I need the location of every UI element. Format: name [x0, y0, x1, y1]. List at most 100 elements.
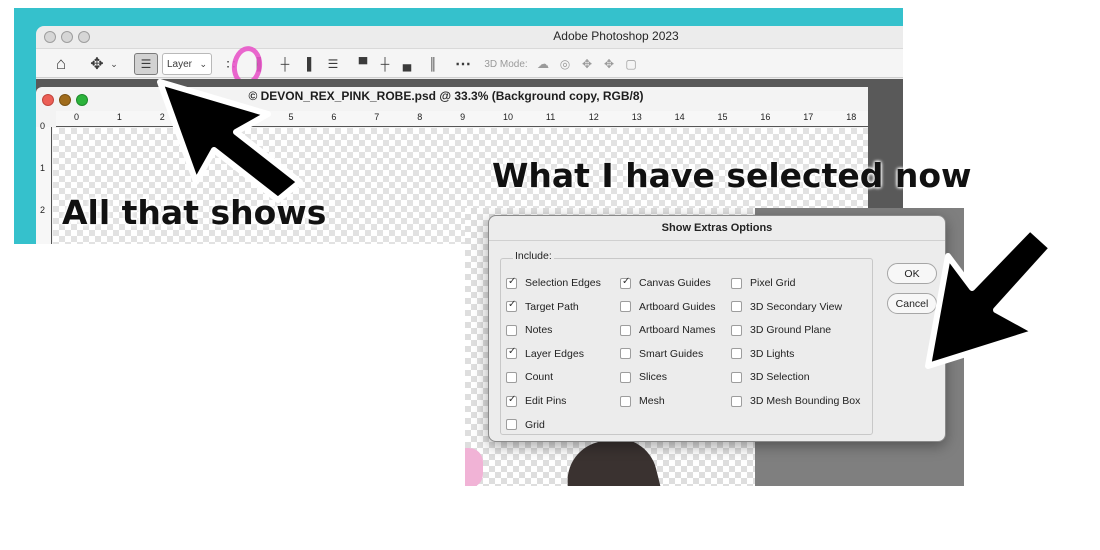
distribute-icon[interactable]: ☰ — [324, 53, 342, 75]
ruler-tick-label: 13 — [631, 112, 642, 122]
checkbox-option[interactable]: Target Path — [506, 299, 579, 315]
checkbox-label: Artboard Names — [639, 324, 716, 337]
ruler-tick-label: 1 — [116, 112, 122, 122]
checkbox-unchecked[interactable] — [731, 371, 742, 383]
arrow-pointer-icon — [925, 225, 1055, 369]
vertical-ruler[interactable]: 0 1 2 — [36, 121, 52, 244]
checkbox-unchecked[interactable] — [506, 371, 517, 383]
checkbox-unchecked[interactable] — [731, 395, 742, 407]
doc-close-button[interactable] — [42, 94, 54, 106]
ruler-tick-label: 11 — [545, 112, 556, 122]
checkbox-option[interactable]: Layer Edges — [506, 346, 584, 362]
checkbox-option[interactable]: 3D Lights — [731, 346, 794, 362]
checkbox-option[interactable]: Smart Guides — [620, 346, 703, 362]
checkbox-option[interactable]: Selection Edges — [506, 275, 601, 291]
checkbox-label: Notes — [525, 324, 553, 337]
checkbox-unchecked[interactable] — [620, 348, 631, 360]
doc-minimize-button[interactable] — [59, 94, 71, 106]
checkbox-label: 3D Mesh Bounding Box — [750, 395, 861, 407]
3d-drag-icon[interactable]: ✥ — [578, 53, 596, 75]
annotation-what-selected: What I have selected now — [492, 156, 972, 195]
checkbox-label: 3D Lights — [750, 347, 795, 360]
3d-scale-icon[interactable]: ▢ — [622, 53, 640, 75]
checkbox-label: Slices — [639, 371, 668, 384]
ruler-tick-label: 0 — [40, 121, 46, 131]
checkbox-checked[interactable] — [506, 299, 517, 313]
align-top-icon[interactable]: ▀ — [354, 53, 372, 75]
doc-zoom-button[interactable] — [76, 94, 88, 106]
checkbox-checked[interactable] — [506, 346, 517, 360]
checkbox-unchecked[interactable] — [506, 324, 517, 336]
checkbox-label: 3D Ground Plane — [750, 324, 832, 337]
checkbox-label: Smart Guides — [639, 347, 704, 360]
checkbox-label: Mesh — [639, 395, 665, 407]
ruler-tick-label: 15 — [717, 112, 728, 122]
checkbox-option[interactable]: Artboard Guides — [620, 299, 715, 315]
align-center-icon[interactable]: ┼ — [276, 53, 294, 75]
ruler-tick-label: 7 — [374, 112, 380, 122]
more-options-icon[interactable]: ⋯ — [453, 53, 473, 75]
checkbox-option[interactable]: 3D Secondary View — [731, 299, 842, 315]
checkbox-option[interactable]: Artboard Names — [620, 322, 715, 338]
app-title: Adobe Photoshop 2023 — [553, 29, 679, 43]
checkbox-label: Edit Pins — [525, 395, 567, 407]
checkbox-unchecked[interactable] — [731, 348, 742, 360]
distribute-vertical-icon[interactable]: ║ — [424, 53, 442, 75]
3d-orbit-icon[interactable]: ☁ — [534, 53, 552, 75]
checkbox-unchecked[interactable] — [506, 419, 517, 431]
ruler-tick-label: 12 — [588, 112, 599, 122]
checkbox-option[interactable]: Grid — [506, 417, 545, 433]
ruler-tick-label: 9 — [460, 112, 466, 122]
checkbox-checked[interactable] — [506, 276, 517, 289]
checkbox-option[interactable]: Mesh — [620, 393, 665, 409]
robe-image-fragment — [465, 448, 483, 486]
ruler-tick-label: 0 — [74, 112, 80, 122]
checkbox-option[interactable]: Slices — [620, 369, 667, 385]
checkbox-unchecked[interactable] — [731, 301, 742, 313]
checkbox-option[interactable]: Edit Pins — [506, 393, 566, 409]
annotation-all-that-shows: All that shows — [62, 193, 327, 232]
checkbox-checked[interactable] — [620, 276, 631, 289]
ruler-tick-label: 6 — [331, 112, 337, 122]
checkbox-unchecked[interactable] — [620, 395, 631, 407]
auto-select-layers-icon[interactable]: ☰ — [134, 53, 158, 75]
3d-mode-label: 3D Mode: — [484, 58, 528, 70]
window-zoom-button[interactable] — [78, 31, 90, 43]
checkbox-option[interactable]: 3D Mesh Bounding Box — [731, 393, 860, 409]
chevron-down-icon[interactable]: ⌄ — [108, 53, 120, 75]
window-close-button[interactable] — [44, 31, 56, 43]
chevron-down-icon: ⌄ — [199, 58, 207, 69]
checkbox-checked[interactable] — [506, 394, 517, 407]
checkbox-option[interactable]: 3D Selection — [731, 369, 810, 385]
window-minimize-button[interactable] — [61, 31, 73, 43]
checkbox-unchecked[interactable] — [620, 371, 631, 383]
checkbox-unchecked[interactable] — [620, 301, 631, 313]
checkbox-label: Layer Edges — [525, 347, 584, 360]
checkbox-label: Count — [525, 371, 554, 384]
checkbox-unchecked[interactable] — [731, 277, 742, 289]
ruler-tick-label: 14 — [674, 112, 685, 122]
move-tool-icon[interactable]: ✥ — [86, 53, 108, 75]
home-icon[interactable]: ⌂ — [50, 53, 72, 75]
checkbox-option[interactable]: 3D Ground Plane — [731, 322, 831, 338]
3d-slide-icon[interactable]: ✥ — [600, 53, 618, 75]
3d-roll-icon[interactable]: ◎ — [556, 53, 574, 75]
checkbox-option[interactable]: Count — [506, 369, 553, 385]
checkbox-option[interactable]: Pixel Grid — [731, 275, 796, 291]
checkbox-unchecked[interactable] — [731, 324, 742, 336]
ruler-tick-label: 2 — [40, 205, 46, 215]
auto-select-target-dropdown[interactable]: Layer ⌄ — [162, 53, 212, 75]
align-middle-icon[interactable]: ┼ — [376, 53, 394, 75]
checkbox-label: 3D Selection — [750, 371, 810, 384]
align-bottom-icon[interactable]: ▄ — [398, 53, 416, 75]
checkbox-option[interactable]: Canvas Guides — [620, 275, 711, 291]
checkbox-option[interactable]: Notes — [506, 322, 552, 338]
ruler-tick-label: 17 — [803, 112, 814, 122]
checkbox-label: Target Path — [525, 300, 579, 313]
checkbox-label: Pixel Grid — [750, 277, 796, 289]
checkbox-unchecked[interactable] — [620, 324, 631, 336]
arrow-pointer-icon — [157, 79, 303, 203]
align-right-icon[interactable]: ▐ — [298, 53, 316, 75]
ruler-tick-label: 10 — [503, 112, 514, 122]
checkbox-label: Grid — [525, 418, 545, 431]
